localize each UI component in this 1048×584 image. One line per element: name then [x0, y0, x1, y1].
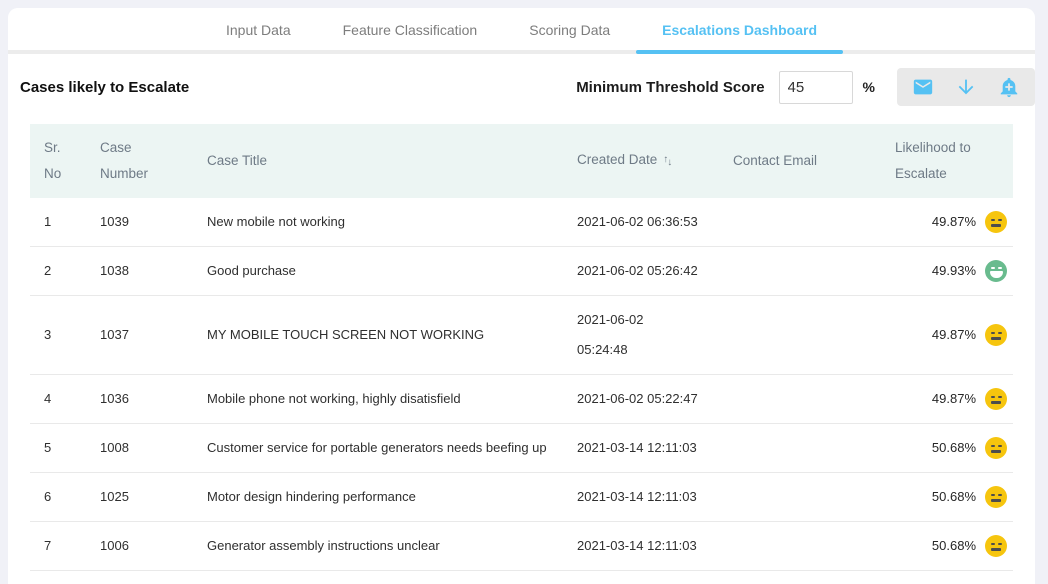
column-header-contact-email: Contact Email: [719, 124, 869, 198]
case-title-cell: Good purchase: [193, 247, 563, 296]
sentiment-emoji-icon: [985, 535, 1007, 557]
contact-email-cell: [719, 247, 869, 296]
download-icon[interactable]: [955, 76, 977, 98]
sr-no-cell: 6: [30, 473, 86, 522]
sentiment-emoji-icon: [985, 211, 1007, 233]
case-number-cell: 1008: [86, 424, 193, 473]
table-row: 7 1006 Generator assembly instructions u…: [30, 522, 1013, 571]
contact-email-cell: [719, 375, 869, 424]
sentiment-emoji-icon: [985, 437, 1007, 459]
table-row: 3 1037 MY MOBILE TOUCH SCREEN NOT WORKIN…: [30, 296, 1013, 375]
toolbar: Cases likely to Escalate Minimum Thresho…: [8, 54, 1035, 118]
sr-no-cell: 2: [30, 247, 86, 296]
likelihood-cell: 50.68%: [869, 473, 1013, 522]
created-date-cell: 2021-06-02 05:26:42: [563, 247, 719, 296]
contact-email-cell: [719, 424, 869, 473]
likelihood-cell: 49.87%: [869, 375, 1013, 424]
case-title-cell: Generator assembly instructions unclear: [193, 522, 563, 571]
likelihood-cell: 50.68%: [869, 522, 1013, 571]
threshold-input[interactable]: [779, 71, 853, 104]
dashboard-card: Input Data Feature Classification Scorin…: [8, 8, 1035, 584]
threshold-control: Minimum Threshold Score %: [576, 68, 1035, 106]
likelihood-cell: 49.87%: [869, 198, 1013, 247]
case-number-cell: 1006: [86, 522, 193, 571]
email-icon[interactable]: [912, 76, 934, 98]
case-title-cell: MY MOBILE TOUCH SCREEN NOT WORKING: [193, 296, 563, 375]
table-header-row: Sr. No Case Number Case Title Created Da…: [30, 124, 1013, 198]
sr-no-cell: 1: [30, 198, 86, 247]
tab-escalations-dashboard[interactable]: Escalations Dashboard: [636, 8, 843, 50]
case-title-cell: Motor design hindering performance: [193, 473, 563, 522]
table-row: 5 1008 Customer service for portable gen…: [30, 424, 1013, 473]
contact-email-cell: [719, 296, 869, 375]
contact-email-cell: [719, 473, 869, 522]
case-title-cell: New mobile not working: [193, 198, 563, 247]
table-row: 2 1038 Good purchase 2021-06-02 05:26:42…: [30, 247, 1013, 296]
tab-feature-classification[interactable]: Feature Classification: [317, 8, 504, 50]
page-background: Input Data Feature Classification Scorin…: [0, 0, 1048, 584]
table-row: 4 1036 Mobile phone not working, highly …: [30, 375, 1013, 424]
action-icon-group: [897, 68, 1035, 106]
tab-input-data[interactable]: Input Data: [200, 8, 317, 50]
sr-no-cell: 3: [30, 296, 86, 375]
sort-icon[interactable]: ↑↓: [663, 149, 671, 175]
sentiment-emoji-icon: [985, 260, 1007, 282]
column-header-likelihood: Likelihood to Escalate: [869, 124, 1013, 198]
created-date-label: Created Date: [577, 152, 657, 167]
table-row: 6 1025 Motor design hindering performanc…: [30, 473, 1013, 522]
likelihood-cell: 50.68%: [869, 424, 1013, 473]
likelihood-cell: 49.87%: [869, 296, 1013, 375]
case-number-cell: 1039: [86, 198, 193, 247]
likelihood-cell: 49.93%: [869, 247, 1013, 296]
case-number-cell: 1025: [86, 473, 193, 522]
tab-scoring-data[interactable]: Scoring Data: [503, 8, 636, 50]
case-number-cell: 1038: [86, 247, 193, 296]
created-date-cell: 2021-06-02 05:22:47: [563, 375, 719, 424]
case-number-cell: 1036: [86, 375, 193, 424]
tab-bar: Input Data Feature Classification Scorin…: [8, 8, 1035, 54]
column-header-sr-no: Sr. No: [30, 124, 86, 198]
add-alert-icon[interactable]: [998, 76, 1020, 98]
created-date-cell: 2021-06-02 06:36:53: [563, 198, 719, 247]
created-date-cell: 2021-03-14 12:11:03: [563, 522, 719, 571]
sr-no-cell: 4: [30, 375, 86, 424]
escalation-cases-table: Sr. No Case Number Case Title Created Da…: [30, 124, 1013, 571]
sentiment-emoji-icon: [985, 324, 1007, 346]
percent-unit-label: %: [863, 79, 875, 95]
threshold-label: Minimum Threshold Score: [576, 79, 764, 96]
case-title-cell: Mobile phone not working, highly disatis…: [193, 375, 563, 424]
sentiment-emoji-icon: [985, 388, 1007, 410]
sr-no-cell: 5: [30, 424, 86, 473]
contact-email-cell: [719, 198, 869, 247]
case-title-cell: Customer service for portable generators…: [193, 424, 563, 473]
created-date-cell: 2021-03-14 12:11:03: [563, 473, 719, 522]
column-header-case-title: Case Title: [193, 124, 563, 198]
sr-no-cell: 7: [30, 522, 86, 571]
column-header-case-number: Case Number: [86, 124, 193, 198]
column-header-created-date: Created Date ↑↓: [563, 124, 719, 198]
contact-email-cell: [719, 522, 869, 571]
page-title: Cases likely to Escalate: [20, 79, 189, 96]
created-date-cell: 2021-06-02 05:24:48: [563, 296, 719, 375]
sentiment-emoji-icon: [985, 486, 1007, 508]
case-number-cell: 1037: [86, 296, 193, 375]
table-row: 1 1039 New mobile not working 2021-06-02…: [30, 198, 1013, 247]
created-date-cell: 2021-03-14 12:11:03: [563, 424, 719, 473]
